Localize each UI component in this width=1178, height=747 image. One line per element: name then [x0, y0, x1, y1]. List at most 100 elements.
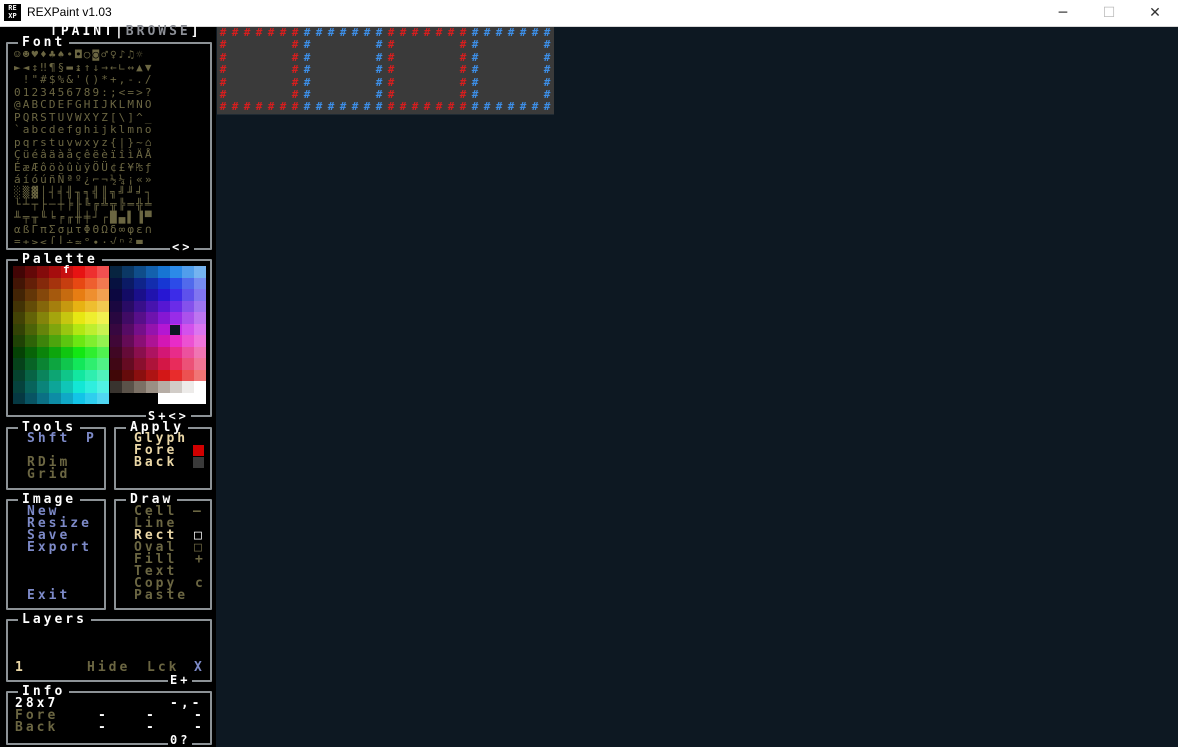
- palette-swatch[interactable]: [73, 346, 85, 358]
- glyph-row[interactable]: !"#$%&'()*+,-./: [14, 73, 209, 87]
- palette-swatch[interactable]: [182, 300, 194, 312]
- palette-swatch[interactable]: [73, 266, 85, 278]
- palette-swatch[interactable]: [25, 300, 37, 312]
- palette-swatch[interactable]: [134, 346, 146, 358]
- palette-swatch[interactable]: [13, 312, 25, 324]
- canvas-cell[interactable]: #: [289, 100, 301, 113]
- palette-swatch[interactable]: [146, 358, 158, 370]
- palette-swatch[interactable]: [37, 369, 49, 381]
- palette-swatch[interactable]: [122, 346, 134, 358]
- palette-swatch[interactable]: [25, 346, 37, 358]
- canvas-cell[interactable]: #: [493, 26, 505, 39]
- canvas-cell[interactable]: #: [337, 100, 349, 113]
- palette-swatch[interactable]: [158, 266, 170, 278]
- palette-swatch[interactable]: [146, 392, 158, 404]
- palette-swatch[interactable]: [61, 369, 73, 381]
- palette-swatch[interactable]: [97, 277, 109, 289]
- palette-swatch[interactable]: [25, 277, 37, 289]
- palette-swatch[interactable]: [37, 312, 49, 324]
- palette-swatch[interactable]: [97, 335, 109, 347]
- palette-swatch[interactable]: [194, 346, 206, 358]
- canvas-cell[interactable]: #: [469, 100, 481, 113]
- palette-swatch[interactable]: [110, 266, 122, 278]
- canvas-cell[interactable]: #: [445, 100, 457, 113]
- palette-swatch[interactable]: [122, 381, 134, 393]
- palette-swatch[interactable]: [49, 323, 61, 335]
- palette-swatch[interactable]: [146, 266, 158, 278]
- layer-number[interactable]: 1: [15, 661, 26, 674]
- palette-swatch[interactable]: [194, 312, 206, 324]
- canvas-cell[interactable]: #: [457, 63, 469, 76]
- palette-swatch[interactable]: [37, 346, 49, 358]
- canvas-cell[interactable]: #: [217, 100, 229, 113]
- palette-swatch[interactable]: [73, 312, 85, 324]
- palette-swatch[interactable]: [170, 277, 182, 289]
- canvas-cell[interactable]: #: [313, 26, 325, 39]
- canvas-cell[interactable]: #: [505, 100, 517, 113]
- canvas-cell[interactable]: #: [529, 100, 541, 113]
- palette-swatch[interactable]: [122, 358, 134, 370]
- layers-nav-buttons[interactable]: E+: [168, 674, 193, 686]
- palette-swatch[interactable]: [146, 369, 158, 381]
- palette-swatch[interactable]: [170, 300, 182, 312]
- palette-swatch[interactable]: [110, 392, 122, 404]
- palette-swatch[interactable]: [85, 346, 97, 358]
- palette-swatch[interactable]: [97, 323, 109, 335]
- palette-swatch[interactable]: [85, 323, 97, 335]
- glyph-row[interactable]: ÇüéâäàåçêëèïîìÄÅ: [14, 148, 209, 162]
- palette-swatch[interactable]: [85, 312, 97, 324]
- canvas-cell[interactable]: #: [385, 63, 397, 76]
- palette-swatch[interactable]: [73, 392, 85, 404]
- palette-swatch[interactable]: [170, 358, 182, 370]
- palette-swatch[interactable]: [49, 358, 61, 370]
- palette-swatch[interactable]: [110, 358, 122, 370]
- palette-swatch[interactable]: [158, 300, 170, 312]
- palette-swatch[interactable]: [134, 266, 146, 278]
- canvas-cell[interactable]: #: [421, 26, 433, 39]
- palette-swatch[interactable]: [13, 346, 25, 358]
- palette-swatch[interactable]: [61, 289, 73, 301]
- palette-swatch[interactable]: [134, 277, 146, 289]
- palette-swatch[interactable]: [146, 289, 158, 301]
- canvas-cell[interactable]: #: [541, 63, 553, 76]
- palette-swatch[interactable]: [170, 381, 182, 393]
- palette-swatch[interactable]: [194, 335, 206, 347]
- palette-swatch[interactable]: [182, 346, 194, 358]
- canvas-cell[interactable]: #: [445, 26, 457, 39]
- palette-swatch[interactable]: [158, 335, 170, 347]
- draw-paste[interactable]: Paste: [134, 589, 188, 602]
- palette-swatch[interactable]: [158, 289, 170, 301]
- palette-swatch[interactable]: [85, 392, 97, 404]
- canvas-cell[interactable]: #: [469, 63, 481, 76]
- palette-swatch[interactable]: [61, 323, 73, 335]
- palette-swatch[interactable]: [37, 289, 49, 301]
- palette-swatch[interactable]: [49, 300, 61, 312]
- palette-swatch[interactable]: [194, 300, 206, 312]
- canvas-cell[interactable]: #: [229, 26, 241, 39]
- palette-swatch[interactable]: [49, 266, 61, 278]
- palette-swatch[interactable]: [158, 323, 170, 335]
- palette-swatch[interactable]: [122, 335, 134, 347]
- palette-swatch[interactable]: [25, 289, 37, 301]
- canvas-cell[interactable]: #: [301, 38, 313, 51]
- glyph-row[interactable]: @ABCDEFGHIJKLMNO: [14, 98, 209, 112]
- canvas-cell[interactable]: #: [361, 26, 373, 39]
- palette-swatch[interactable]: [170, 369, 182, 381]
- canvas-cell[interactable]: #: [217, 63, 229, 76]
- palette-swatch[interactable]: [122, 277, 134, 289]
- canvas-cell[interactable]: #: [349, 26, 361, 39]
- palette-swatch[interactable]: [182, 369, 194, 381]
- palette-swatch[interactable]: [170, 266, 182, 278]
- layer-hide[interactable]: Hide: [87, 661, 130, 674]
- layer-delete[interactable]: X: [194, 661, 205, 674]
- palette-swatch[interactable]: [194, 323, 206, 335]
- tools-shift[interactable]: Shft: [27, 432, 70, 445]
- palette-swatch[interactable]: [73, 358, 85, 370]
- palette-swatch[interactable]: [37, 266, 49, 278]
- canvas-cell[interactable]: #: [433, 100, 445, 113]
- canvas-cell[interactable]: #: [289, 63, 301, 76]
- palette-swatch[interactable]: [146, 312, 158, 324]
- fore-color-swatch[interactable]: [193, 445, 204, 456]
- palette-swatch[interactable]: [182, 289, 194, 301]
- palette-swatch[interactable]: [25, 392, 37, 404]
